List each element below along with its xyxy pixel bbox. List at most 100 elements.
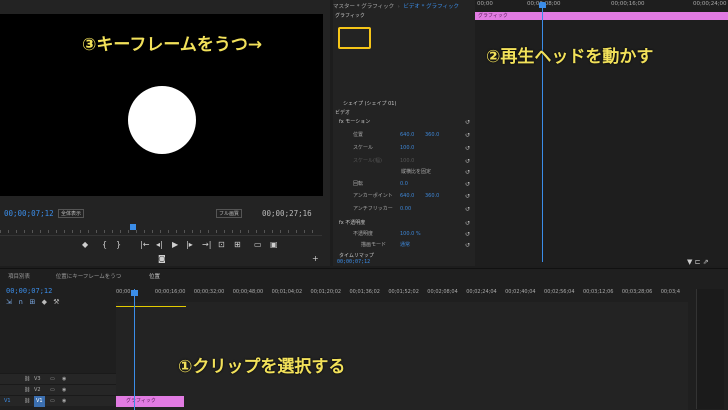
filter-icon[interactable]: ▼ [687, 258, 692, 266]
reset-icon[interactable]: ↺ [465, 205, 470, 214]
camera-icon[interactable]: ◙ [158, 254, 166, 264]
ruler-tick [272, 230, 273, 233]
timeline-playhead-line[interactable] [134, 289, 135, 410]
nest-icon[interactable]: ⇲ [6, 298, 12, 306]
tab-project[interactable]: 項目別表 [8, 274, 30, 280]
ruler-tick [64, 230, 65, 233]
snap-icon[interactable]: ⊏ [695, 258, 701, 266]
reset-icon[interactable]: ↺ [465, 157, 470, 166]
timeline-ruler-label: 00;03;12;06 [582, 289, 614, 295]
insert-icon[interactable]: ⊡ [218, 240, 225, 250]
ec-row-value[interactable]: 0.0 [400, 180, 408, 189]
safe-margins-icon[interactable]: ▭ [254, 240, 262, 250]
ec-row[interactable]: 不透明度 100.0 % ↺ [333, 230, 475, 239]
timeline-timecode[interactable]: 00;00;07;12 [6, 287, 52, 295]
reset-icon[interactable]: ↺ [465, 192, 470, 201]
ec-row-value[interactable]: 通常 [400, 241, 410, 250]
timeline-ruler-label: 00;03;4 [660, 289, 681, 295]
ruler-tick [200, 230, 201, 233]
ec-row[interactable]: アンカーポイント 640.0 360.0 ↺ [333, 192, 475, 201]
reset-icon[interactable]: ↺ [465, 168, 470, 177]
ruler-tick [152, 230, 153, 233]
linked-selection-icon[interactable]: ⊞ [29, 298, 35, 306]
track-header-v2[interactable]: ⛓ V2 ▭ ◉ [0, 384, 116, 395]
timeline-ruler[interactable]: 00;00 00;00;16;00 00;00;32;00 00;00;48;00 00… [116, 289, 688, 301]
marker-icon[interactable]: ◆ [82, 240, 88, 250]
snap-magnet-icon[interactable]: ∩ [18, 298, 23, 306]
ec-row-value[interactable]: 100.0 % [400, 230, 421, 239]
export-icon[interactable]: ⇗ [703, 258, 709, 266]
ruler-tick [120, 230, 121, 233]
export-frame-icon[interactable]: ▣ [270, 240, 278, 250]
work-area-bar[interactable] [116, 306, 186, 307]
ec-row-value[interactable]: 100.0 [400, 144, 414, 153]
reset-icon[interactable]: ↺ [465, 230, 470, 239]
mark-out-icon[interactable]: } [116, 240, 121, 250]
ec-row[interactable]: アンチフリッカー 0.00 ↺ [333, 205, 475, 214]
ruler-tick [248, 230, 249, 233]
go-to-out-icon[interactable]: →| [202, 240, 211, 250]
ec-row[interactable]: 縦横比を固定 ↺ [333, 168, 475, 177]
ec-row-label: アンチフリッカー [353, 206, 393, 212]
ruler-tick [184, 230, 185, 233]
timeline-clip-graphic[interactable]: グラフィック [116, 396, 184, 407]
ec-row[interactable]: fx 不透明度 ↺ [333, 219, 475, 228]
go-to-in-icon[interactable]: |← [140, 240, 149, 250]
ec-row[interactable]: グラフィック [333, 12, 475, 21]
reset-icon[interactable]: ↺ [465, 144, 470, 153]
reset-icon[interactable]: ↺ [465, 219, 470, 228]
ec-ruler[interactable]: 00;00 00;00;08;00 00;00;16;00 00;00;24;0… [475, 0, 728, 10]
reset-icon[interactable]: ↺ [465, 118, 470, 127]
lock-icon[interactable]: ▭ [50, 396, 55, 407]
ruler-tick [232, 230, 233, 233]
ruler-tick [264, 230, 265, 233]
ec-row[interactable]: ビデオ [333, 109, 475, 118]
reset-icon[interactable]: ↺ [465, 131, 470, 140]
ec-row[interactable]: fx モーション ↺ [333, 118, 475, 127]
program-timecode[interactable]: 00;00;07;12 [4, 209, 54, 218]
reset-icon[interactable]: ↺ [465, 180, 470, 189]
program-mini-ruler[interactable] [0, 222, 322, 236]
tab-video[interactable]: ビデオ * グラフィック [403, 4, 459, 10]
ec-row-value-2[interactable]: 360.0 [425, 131, 439, 140]
step-back-icon[interactable]: ◂| [156, 240, 163, 250]
ec-row[interactable]: スケール(幅) 100.0 ↺ [333, 157, 475, 166]
white-circle-shape [128, 86, 196, 154]
ec-row-value-2[interactable]: 360.0 [425, 192, 439, 201]
ec-row-value[interactable]: 0.00 [400, 205, 411, 214]
mark-in-icon[interactable]: { [102, 240, 107, 250]
ec-row[interactable]: スケール 100.0 ↺ [333, 144, 475, 153]
ec-row-value[interactable]: 100.0 [400, 157, 414, 166]
ruler-tick [24, 230, 25, 233]
marker-add-icon[interactable]: ◆ [42, 298, 47, 306]
ruler-tick [96, 230, 97, 233]
timeline-tools: ⇲ ∩ ⊞ ◆ ⚒ [6, 298, 86, 306]
ec-bottom-timecode[interactable]: 00;00;07;12 [337, 259, 370, 265]
ec-row[interactable]: 回転 0.0 ↺ [333, 180, 475, 189]
eye-icon[interactable]: ◉ [62, 396, 66, 407]
quality-select[interactable]: フル画質 [216, 209, 243, 218]
track-header-v3[interactable]: ⛓ V3 ▭ ◉ [0, 373, 116, 384]
ruler-tick [136, 230, 137, 233]
tab-position[interactable]: 位置 [149, 274, 160, 280]
overwrite-icon[interactable]: ⊞ [234, 240, 241, 250]
ec-playhead-handle[interactable] [539, 2, 546, 8]
add-button-icon[interactable]: + [312, 254, 319, 264]
ec-row[interactable]: シェイプ (シェイプ 01) [333, 100, 475, 109]
ec-row-value[interactable]: 640.0 [400, 131, 414, 140]
tab-master[interactable]: マスター * グラフィック [333, 4, 394, 10]
ec-clip-bar[interactable]: グラフィック [475, 12, 728, 20]
ec-row[interactable]: 位置 640.0 360.0 ↺ [333, 131, 475, 140]
track-header-v1[interactable]: V1 ⛓ V1 ▭ ◉ [0, 395, 116, 407]
tab-sequence-keyframe[interactable]: 位置にキーフレームをうつ [56, 274, 122, 280]
timeline-playhead-handle[interactable] [131, 290, 138, 296]
timeline-ruler-label: 00;01;04;02 [271, 289, 303, 295]
ruler-tick [240, 230, 241, 233]
wrench-icon[interactable]: ⚒ [53, 298, 59, 306]
play-icon[interactable]: ▶ [172, 240, 178, 250]
zoom-select[interactable]: 全体表示 [58, 209, 85, 218]
reset-icon[interactable]: ↺ [465, 241, 470, 250]
ec-row-value[interactable]: 640.0 [400, 192, 414, 201]
ec-row[interactable]: 描画モード 通常 ↺ [333, 241, 475, 250]
step-forward-icon[interactable]: |▸ [186, 240, 193, 250]
